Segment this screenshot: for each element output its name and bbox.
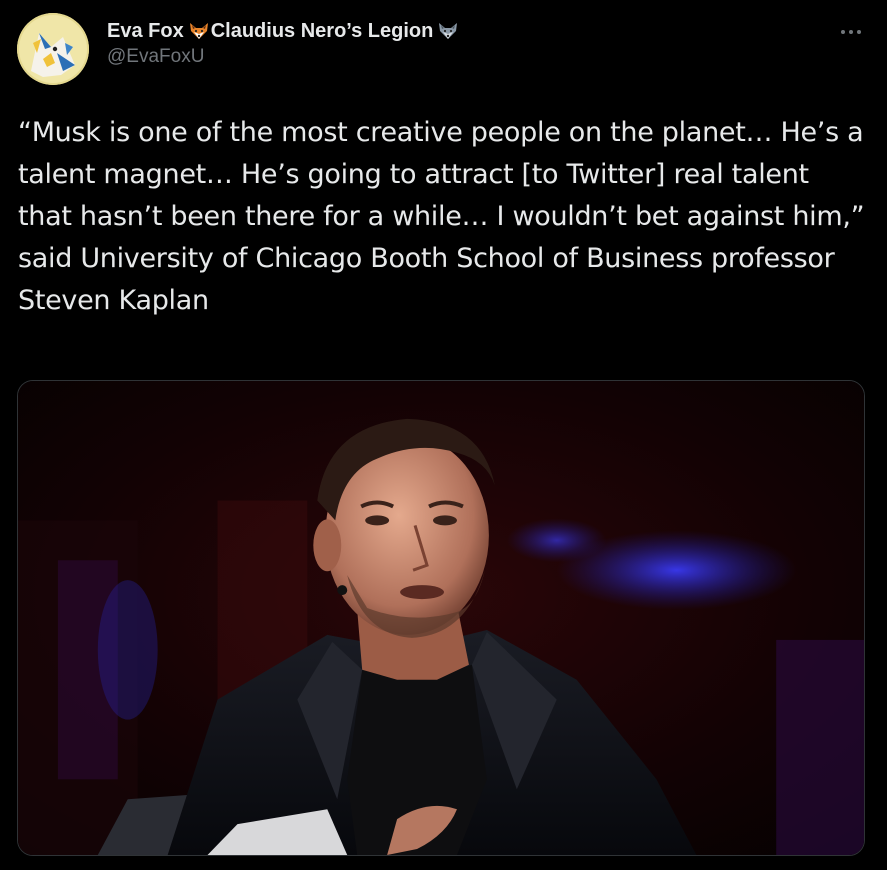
tweet-text: “Musk is one of the most creative people…	[18, 117, 865, 316]
wolf-face-icon	[437, 20, 459, 42]
display-name-part1[interactable]: Eva Fox	[107, 20, 184, 43]
fox-face-icon	[188, 20, 210, 42]
display-name[interactable]: Eva Fox Claudius Nero’s Legion	[107, 18, 460, 44]
tweet-header: Eva Fox Claudius Nero’s Legion @EvaFoxU	[107, 18, 460, 68]
more-options-button[interactable]	[836, 22, 866, 42]
tweet: Eva Fox Claudius Nero’s Legion @EvaFoxU …	[0, 0, 887, 870]
avatar[interactable]	[17, 13, 89, 85]
user-handle[interactable]: @EvaFoxU	[107, 46, 460, 68]
display-name-part2[interactable]: Claudius Nero’s Legion	[211, 20, 434, 43]
tweet-photo[interactable]	[17, 380, 865, 856]
more-options-icon	[839, 28, 863, 36]
